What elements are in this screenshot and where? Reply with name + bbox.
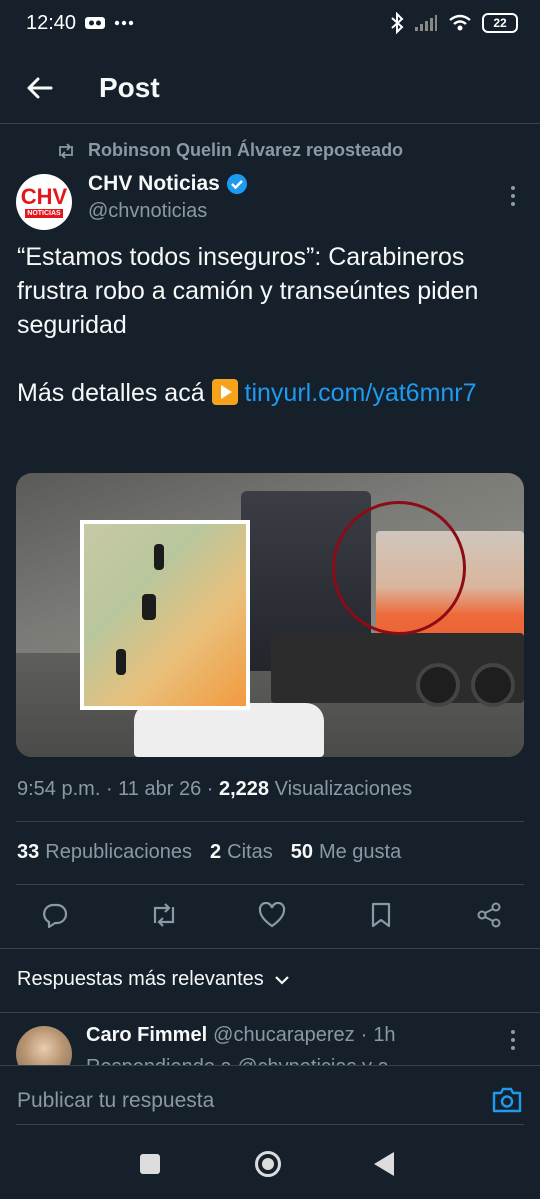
like-icon: [258, 902, 286, 928]
likes-count: 50: [290, 841, 313, 863]
repost-icon: [153, 903, 174, 927]
reply-author-handle[interactable]: @chucaraperez: [213, 1024, 354, 1047]
share-icon: [477, 902, 501, 928]
repost-indicator[interactable]: Robinson Quelin Álvarez reposteado: [56, 140, 403, 161]
compose-underline: [16, 1124, 524, 1125]
reply-author-name[interactable]: Caro Fimmel: [86, 1024, 207, 1047]
page-title: Post: [99, 72, 160, 103]
post-meta: 9:54 p.m. · 11 abr 26 · 2,228 Visualizac…: [17, 778, 413, 800]
home-nav-button[interactable]: [255, 1151, 281, 1177]
post-views-label[interactable]: Visualizaciones: [275, 778, 413, 800]
status-time: 12:40: [26, 12, 77, 34]
replies-sort-dropdown[interactable]: Respuestas más relevantes: [17, 968, 290, 991]
post-text-more: Más detalles acá tinyurl.com/yat6mnr7: [17, 376, 527, 410]
reply-header: Caro Fimmel @chucaraperez · 1h: [86, 1024, 396, 1047]
post-link[interactable]: tinyurl.com/yat6mnr7: [245, 379, 477, 407]
post-time: 9:54 p.m.: [17, 778, 101, 800]
status-left-icons: [84, 15, 134, 31]
reply-time: 1h: [373, 1024, 396, 1046]
media-white-car: [134, 703, 324, 757]
share-button[interactable]: [472, 898, 506, 932]
quotes-stat[interactable]: 2 Citas: [210, 841, 273, 864]
media-person: [116, 649, 126, 675]
wifi-icon: [449, 14, 471, 31]
replies-sort-label: Respuestas más relevantes: [17, 968, 264, 990]
reposts-stat[interactable]: 33 Republicaciones: [17, 841, 192, 864]
like-button[interactable]: [255, 898, 289, 932]
likes-label: Me gusta: [318, 841, 402, 863]
bookmark-icon: [371, 902, 390, 928]
avatar-logo-text: CHV: [20, 183, 68, 209]
divider: [16, 884, 524, 885]
battery-icon: 22: [482, 13, 518, 33]
more-dots-icon: [114, 20, 134, 26]
header: Post: [0, 58, 540, 124]
post-text: “Estamos todos inseguros”: Carabineros f…: [17, 240, 527, 410]
back-nav-button[interactable]: [374, 1152, 394, 1176]
post-date: 11 abr 26: [118, 778, 202, 800]
media-wheel: [471, 663, 515, 707]
repost-label: Robinson Quelin Álvarez reposteado: [88, 140, 404, 160]
post-text-spacer: [17, 342, 527, 376]
media-wheel: [416, 663, 460, 707]
reply-input[interactable]: Publicar tu respuesta: [17, 1089, 214, 1113]
post-media-image[interactable]: [16, 473, 524, 757]
more-options-button[interactable]: [504, 184, 522, 208]
divider: [0, 948, 540, 949]
divider: [16, 821, 524, 822]
divider: [0, 1012, 540, 1013]
author-name-row[interactable]: CHV Noticias: [88, 172, 248, 196]
repost-button[interactable]: [147, 898, 181, 932]
camera-icon: [492, 1087, 522, 1113]
reply-separator: ·: [360, 1024, 368, 1046]
reply-more-button[interactable]: [504, 1028, 522, 1052]
reply-icon: [43, 903, 68, 929]
status-bar: 12:40 22: [0, 0, 540, 50]
post-views-count: 2,228: [218, 778, 270, 800]
arrow-left-icon: [27, 77, 53, 99]
back-button[interactable]: [22, 70, 58, 106]
post-text-main: “Estamos todos inseguros”: Carabineros f…: [17, 243, 479, 339]
more-vertical-icon: [511, 1030, 515, 1050]
play-button-emoji-icon: [211, 379, 238, 405]
more-vertical-icon: [511, 186, 515, 206]
post-actions: [38, 898, 506, 932]
bluetooth-icon: [391, 12, 404, 34]
avatar[interactable]: CHV NOTICIAS: [16, 174, 72, 230]
media-highlight-circle: [332, 501, 466, 635]
privacy-icon: [85, 17, 105, 29]
media-person: [142, 594, 156, 620]
signal-icon: [415, 15, 437, 31]
reposts-label: Republicaciones: [45, 841, 193, 863]
post-stats: 33 Republicaciones 2 Citas 50 Me gusta: [17, 841, 401, 864]
author-handle[interactable]: @chvnoticias: [88, 200, 207, 223]
reply-button[interactable]: [38, 898, 72, 932]
media-inset-frame: [80, 520, 250, 710]
quotes-count: 2: [210, 841, 222, 863]
author-name[interactable]: CHV Noticias: [88, 172, 220, 196]
media-person: [154, 544, 164, 570]
reposts-count: 33: [17, 841, 40, 863]
avatar-logo-sub: NOTICIAS: [25, 208, 63, 218]
quotes-label: Citas: [227, 841, 273, 863]
repost-icon: [59, 142, 73, 159]
bookmark-button[interactable]: [364, 898, 398, 932]
camera-button[interactable]: [490, 1084, 524, 1116]
status-right-icons: 22: [390, 12, 518, 34]
post-text-prefix: Más detalles acá: [17, 379, 205, 407]
likes-stat[interactable]: 50 Me gusta: [291, 841, 402, 864]
recents-nav-button[interactable]: [140, 1154, 160, 1174]
verified-badge-icon: [226, 174, 247, 194]
chevron-down-icon: [275, 975, 289, 985]
